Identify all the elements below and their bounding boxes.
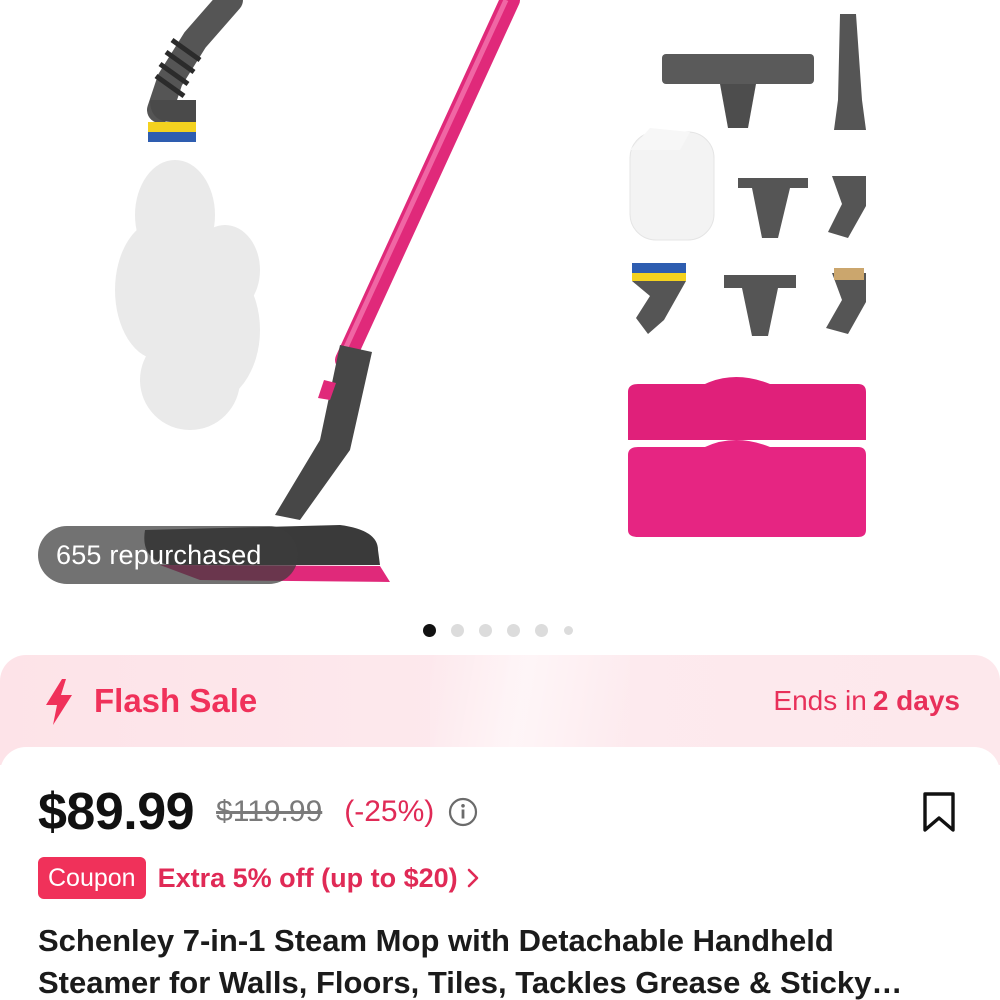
chevron-right-icon[interactable]	[466, 867, 480, 889]
current-price: $89.99	[38, 783, 195, 841]
pagination-dot-active[interactable]	[423, 624, 436, 637]
ends-in-value: 2 days	[872, 685, 960, 716]
bookmark-icon[interactable]	[921, 791, 957, 833]
flash-sale-label: Flash Sale	[94, 682, 258, 719]
product-image-gallery[interactable]: 655 repurchased	[0, 0, 1000, 655]
pagination-dot-small[interactable]	[564, 626, 573, 635]
pagination-dot[interactable]	[507, 624, 520, 637]
coupon-tag: Coupon	[38, 857, 146, 899]
ends-in-prefix: Ends in	[773, 685, 867, 716]
pagination-dot[interactable]	[451, 624, 464, 637]
lightning-icon	[46, 679, 72, 725]
original-price: $119.99	[216, 795, 323, 828]
coupon-offer-text[interactable]: Extra 5% off (up to $20)	[158, 863, 458, 894]
product-title[interactable]: Schenley 7-in-1 Steam Mop with Detachabl…	[38, 920, 963, 1000]
coupon-row[interactable]: Coupon Extra 5% off (up to $20)	[38, 856, 480, 900]
gallery-pagination-dots[interactable]	[0, 622, 1000, 638]
repurchased-badge: 655 repurchased	[38, 526, 298, 584]
discount-percent: (-25%)	[344, 795, 435, 828]
price-row: $89.99 $119.99 (-25%)	[38, 782, 478, 842]
pagination-dot[interactable]	[535, 624, 548, 637]
sale-countdown: Ends in 2 days	[773, 685, 960, 717]
pagination-dot[interactable]	[479, 624, 492, 637]
info-icon[interactable]	[448, 797, 478, 827]
